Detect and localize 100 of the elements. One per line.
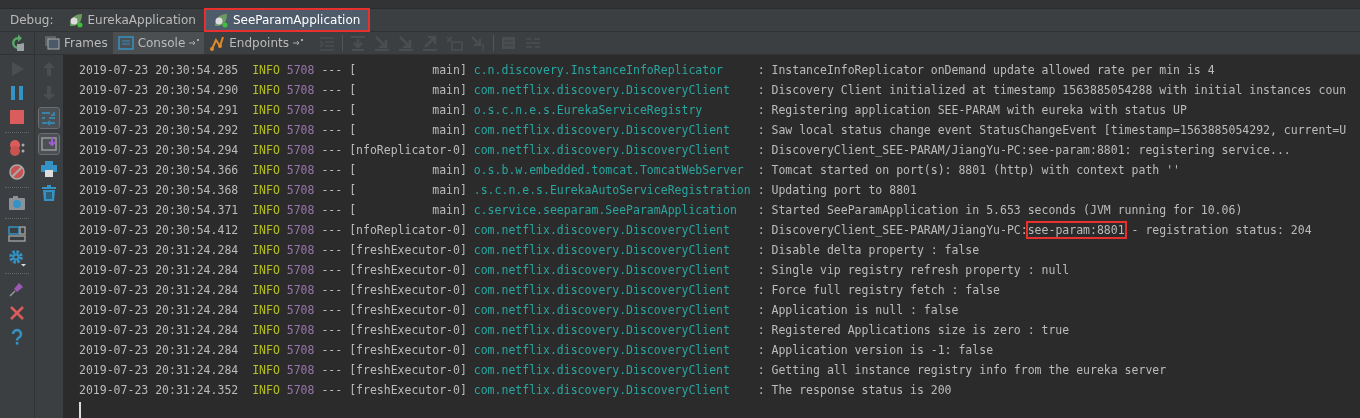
pause-icon[interactable] [8, 84, 26, 102]
log-level: INFO [252, 143, 280, 157]
log-separator: --- [321, 263, 343, 277]
logger-name: com.netflix.discovery.DiscoveryClient [473, 223, 731, 237]
log-message: : DiscoveryClient_SEE-PARAM/JiangYu-PC:see-param:8801: registering service... [757, 143, 1291, 157]
camera-icon[interactable] [8, 194, 26, 212]
logger-name: com.netflix.discovery.DiscoveryClient [473, 363, 731, 377]
breakpoints-icon[interactable] [8, 139, 26, 157]
log-message: : Single vip registry refresh property : null [757, 263, 1070, 277]
log-level: INFO [252, 203, 280, 217]
log-separator: --- [321, 163, 343, 177]
log-level: INFO [252, 103, 280, 117]
log-timestamp: 2019-07-23 20:30:54.371 [79, 203, 239, 217]
logger-name: com.netflix.discovery.DiscoveryClient [473, 83, 731, 97]
stop-icon[interactable] [8, 108, 26, 126]
text-cursor [79, 402, 81, 418]
log-message: : Updating port to 8801 [757, 183, 917, 197]
log-timestamp: 2019-07-23 20:31:24.284 [79, 323, 239, 337]
log-message: : Application is null : false [757, 303, 959, 317]
logger-name: o.s.c.n.e.s.EurekaServiceRegistry [473, 103, 704, 117]
log-level: INFO [252, 383, 280, 397]
log-separator: --- [321, 383, 343, 397]
log-level: INFO [252, 243, 280, 257]
log-timestamp: 2019-07-23 20:30:54.290 [79, 83, 239, 97]
logger-name: c.service.seeparam.SeeParamApplication [473, 203, 738, 217]
close-icon[interactable] [8, 304, 26, 322]
process-id: 5708 [286, 123, 315, 137]
thread-name: [freshExecutor-0] [349, 283, 467, 297]
process-id: 5708 [286, 143, 315, 157]
log-level: INFO [252, 343, 280, 357]
log-message: : Tomcat started on port(s): 8801 (http) with context path '' [757, 163, 1180, 177]
thread-name: [ main] [349, 123, 467, 137]
log-level: INFO [252, 63, 280, 77]
log-message: : Application version is -1: false [757, 343, 994, 357]
settings-icon[interactable] [8, 249, 26, 267]
log-message: : Getting all instance registry info from the eureka server [757, 363, 1167, 377]
logger-name: c.n.discovery.InstanceInfoReplicator [473, 63, 724, 77]
pin-arrow-icon [189, 38, 200, 48]
thread-name: [nfoReplicator-0] [349, 223, 467, 237]
logger-name: com.netflix.discovery.DiscoveryClient [473, 383, 731, 397]
mute-breakpoints-icon[interactable] [8, 163, 26, 181]
process-id: 5708 [286, 103, 315, 117]
log-level: INFO [252, 323, 280, 337]
thread-name: [ main] [349, 183, 467, 197]
log-level: INFO [252, 83, 280, 97]
soft-wrap-icon[interactable] [39, 108, 59, 128]
log-separator: --- [321, 283, 343, 297]
log-separator: --- [321, 183, 343, 197]
layout-icon[interactable] [8, 225, 26, 243]
log-level: INFO [252, 183, 280, 197]
log-message: : InstanceInfoReplicator onDemand update allowed rate per min is 4 [757, 63, 1215, 77]
pin-arrow-icon [292, 38, 303, 48]
printer-icon[interactable] [40, 160, 58, 178]
log-timestamp: 2019-07-23 20:30:54.412 [79, 223, 239, 237]
tool-tab[interactable]: Console [112, 32, 205, 54]
log-separator: --- [321, 223, 343, 237]
spring-leaf-icon [212, 12, 229, 28]
log-timestamp: 2019-07-23 20:31:24.284 [79, 343, 239, 357]
logger-name: com.netflix.discovery.DiscoveryClient [473, 123, 731, 137]
console-icon [117, 35, 134, 51]
trash-icon[interactable] [40, 184, 58, 202]
scroll-to-end-icon[interactable] [39, 134, 59, 154]
logger-name: com.netflix.discovery.DiscoveryClient [473, 343, 731, 357]
log-separator: --- [321, 103, 343, 117]
pin-icon[interactable] [8, 280, 26, 298]
log-timestamp: 2019-07-23 20:30:54.285 [79, 63, 239, 77]
run-tab[interactable]: SeeParamApplication [204, 9, 370, 31]
log-timestamp: 2019-07-23 20:30:54.294 [79, 143, 239, 157]
process-id: 5708 [286, 63, 315, 77]
process-id: 5708 [286, 363, 315, 377]
process-id: 5708 [286, 183, 315, 197]
log-level: INFO [252, 263, 280, 277]
thread-name: [freshExecutor-0] [349, 263, 467, 277]
thread-name: [freshExecutor-0] [349, 323, 467, 337]
log-message: : Registered Applications size is zero : true [757, 323, 1070, 337]
log-message: : Disable delta property : false [757, 243, 980, 257]
thread-name: [freshExecutor-0] [349, 303, 467, 317]
log-message: : DiscoveryClient_SEE-PARAM/JiangYu-PC:see-param:8801 - registration status: 204 [757, 223, 1312, 237]
log-separator: --- [321, 143, 343, 157]
thread-name: [ main] [349, 63, 467, 77]
tool-tab[interactable]: Endpoints [204, 32, 308, 54]
log-timestamp: 2019-07-23 20:31:24.284 [79, 363, 239, 377]
logger-name: com.netflix.discovery.DiscoveryClient [473, 143, 731, 157]
tool-tab[interactable]: Frames [39, 32, 113, 54]
log-level: INFO [252, 283, 280, 297]
thread-name: [nfoReplicator-0] [349, 143, 467, 157]
log-separator: --- [321, 323, 343, 337]
thread-name: [freshExecutor-0] [349, 343, 467, 357]
endpoints-icon [209, 35, 226, 51]
log-timestamp: 2019-07-23 20:30:54.366 [79, 163, 239, 177]
process-id: 5708 [286, 163, 315, 177]
log-level: INFO [252, 363, 280, 377]
log-level: INFO [252, 223, 280, 237]
log-message: : Registering application SEE-PARAM with eureka with status UP [757, 103, 1187, 117]
logger-name: .s.c.n.e.s.EurekaAutoServiceRegistration [473, 183, 751, 197]
logger-name: com.netflix.discovery.DiscoveryClient [473, 243, 731, 257]
log-separator: --- [321, 243, 343, 257]
log-separator: --- [321, 363, 343, 377]
log-timestamp: 2019-07-23 20:31:24.284 [79, 303, 239, 317]
logger-name: com.netflix.discovery.DiscoveryClient [473, 283, 731, 297]
